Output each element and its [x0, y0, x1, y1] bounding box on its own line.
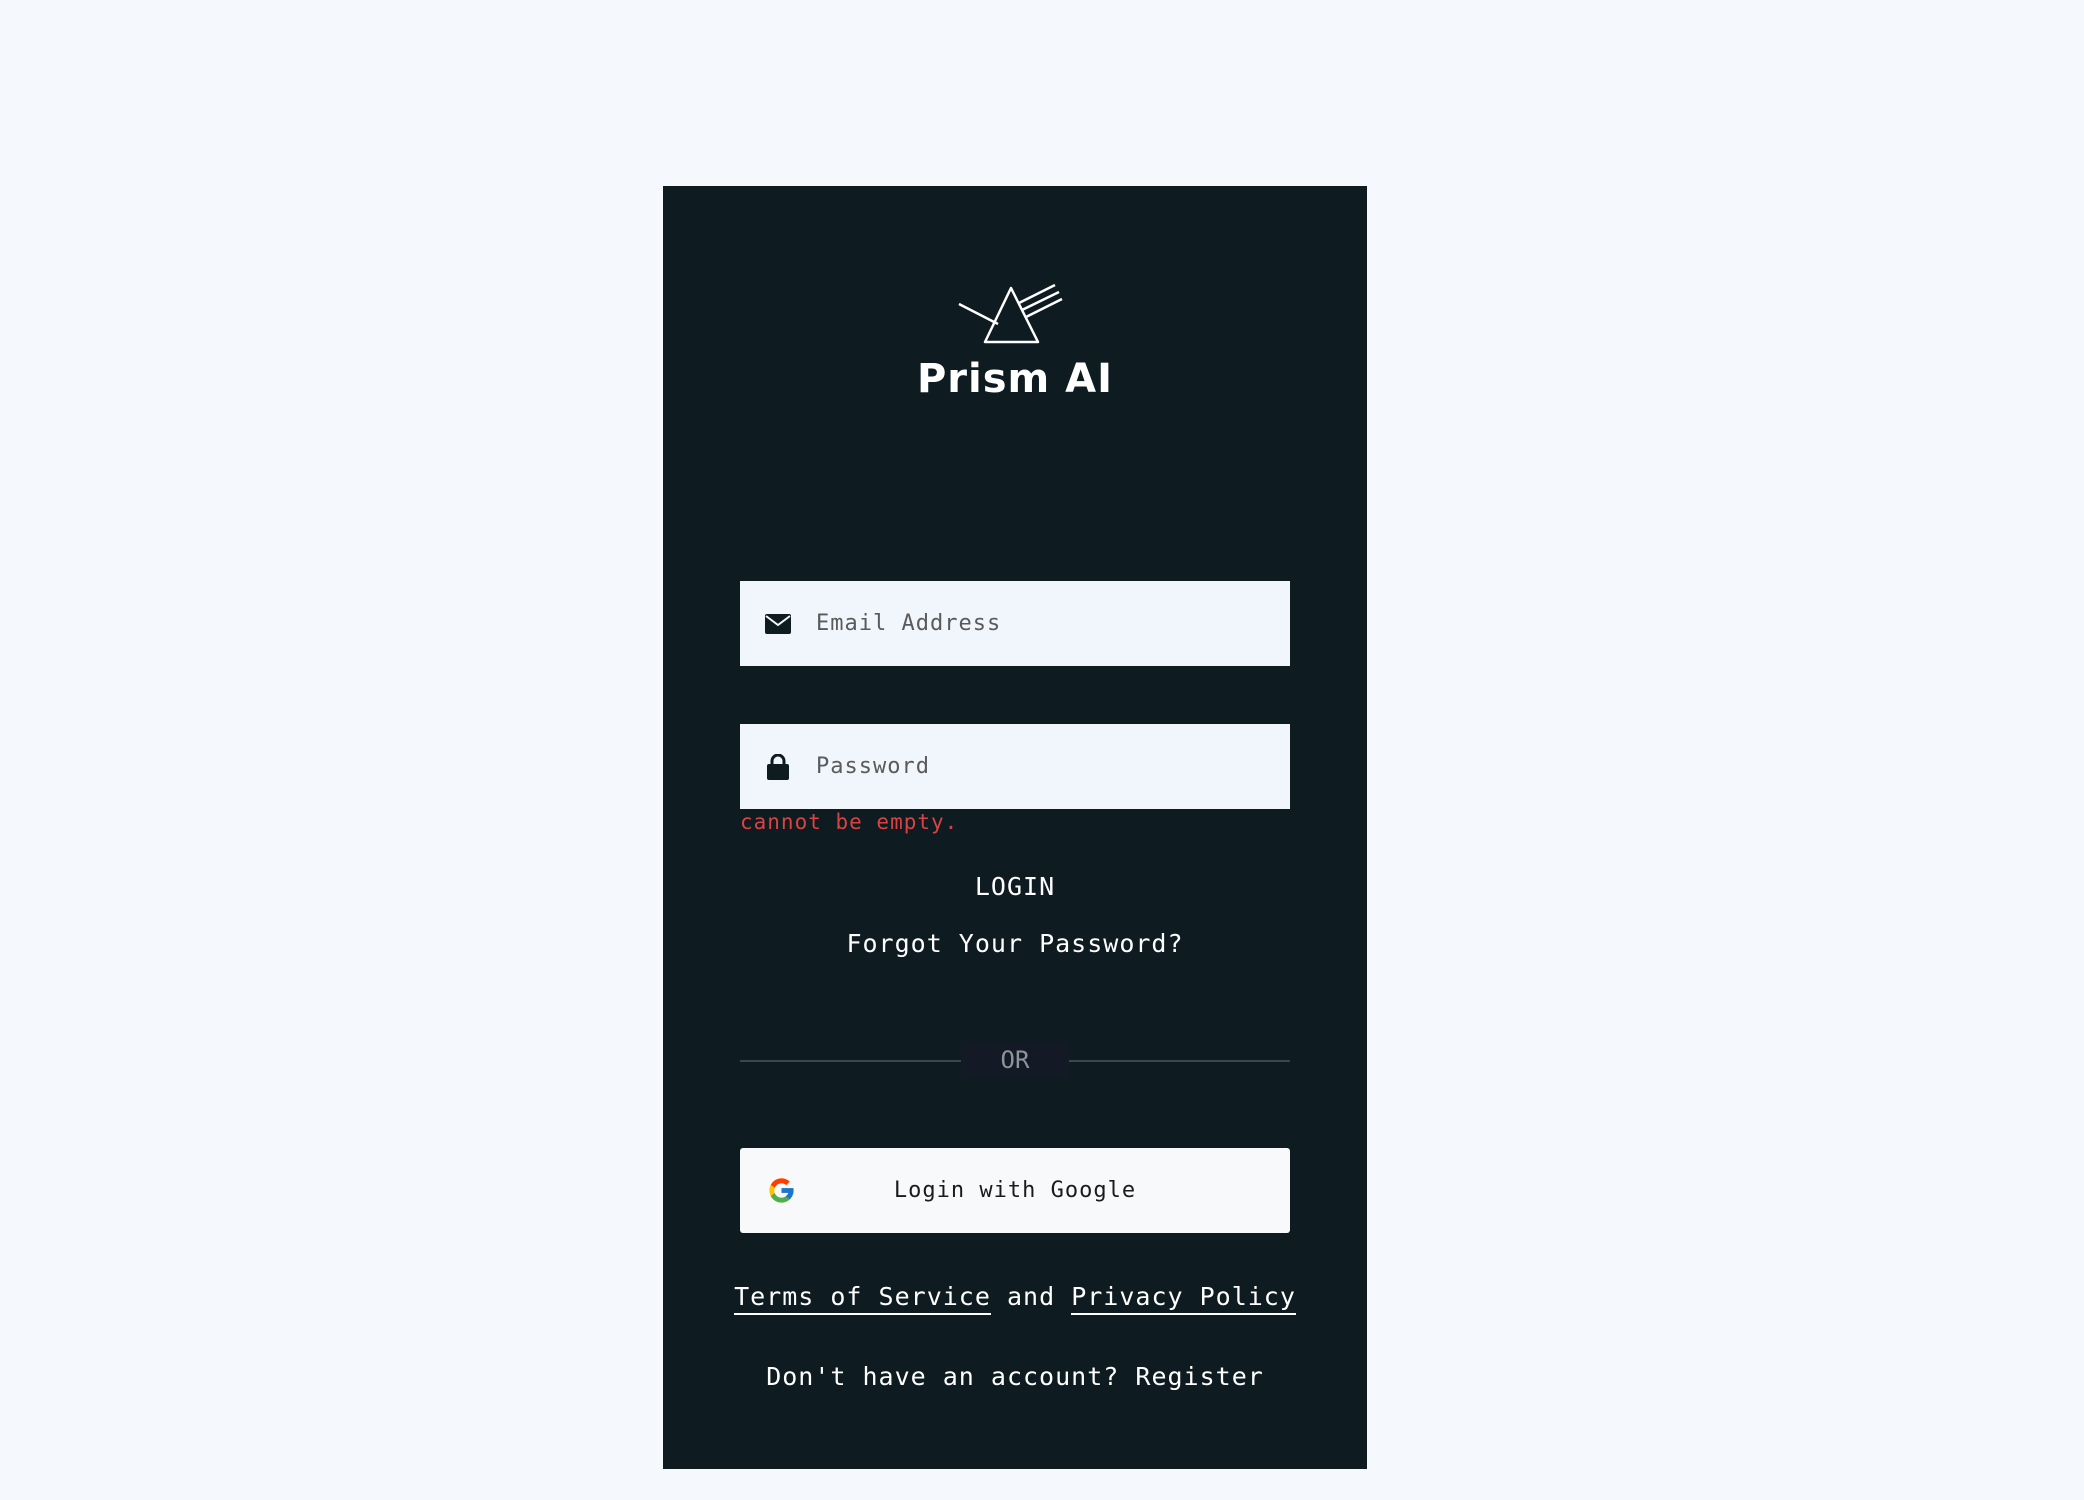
google-login-label: Login with Google [893, 1178, 1137, 1203]
envelope-icon [765, 611, 791, 637]
signup-prompt: Don't have an account? Register [663, 1362, 1367, 1391]
signup-prompt-text: Don't have an account? [766, 1362, 1120, 1391]
divider-line-right [1069, 1060, 1290, 1062]
or-divider: OR [740, 1042, 1290, 1078]
divider-label: OR [961, 1042, 1069, 1078]
email-input[interactable] [816, 611, 1290, 636]
login-button[interactable]: LOGIN [740, 862, 1290, 910]
password-input[interactable] [816, 754, 1290, 779]
lock-icon [765, 753, 791, 780]
legal-links: Terms of Service and Privacy Policy [663, 1282, 1367, 1315]
password-field[interactable] [740, 724, 1290, 809]
brand-logo: Prism AI [663, 278, 1367, 428]
divider-line-left [740, 1060, 961, 1062]
prism-icon [958, 283, 1063, 344]
password-error: cannot be empty. [740, 810, 959, 834]
legal-and-text: and [1006, 1282, 1056, 1311]
email-field[interactable] [740, 581, 1290, 666]
login-card: Prism AI cannot be empty. LOGIN Forgot Y… [663, 186, 1367, 1469]
google-icon [769, 1178, 794, 1203]
brand-name: Prism AI [916, 356, 1113, 402]
privacy-policy-link[interactable]: Privacy Policy [1071, 1282, 1296, 1315]
forgot-password-link[interactable]: Forgot Your Password? [663, 929, 1367, 958]
terms-of-service-link[interactable]: Terms of Service [734, 1282, 991, 1315]
google-login-button[interactable]: Login with Google [740, 1148, 1290, 1233]
register-link[interactable]: Register [1135, 1362, 1263, 1391]
